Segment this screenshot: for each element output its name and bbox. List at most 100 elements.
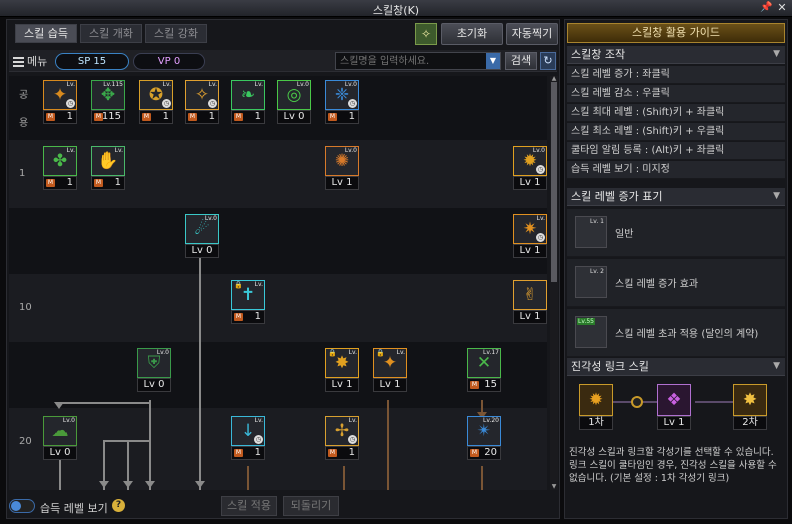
search-dropdown-icon[interactable]: ▼ xyxy=(486,53,500,69)
refresh-icon[interactable]: ↻ xyxy=(540,52,556,70)
link-slot-awaken-2[interactable]: ✸ 2차 xyxy=(733,384,767,432)
control-hint: 스킬 최소 레벨 : (Shift)키 + 우클릭 xyxy=(567,123,785,141)
skill-slot[interactable]: ✦ Lv. ◷ M 1 xyxy=(43,80,77,124)
master-badge-icon: M xyxy=(328,113,337,121)
skill-icon: ❧ Lv. xyxy=(231,80,265,110)
close-icon[interactable]: ✕ xyxy=(776,2,788,14)
skill-toolbar: 메뉴 SP 15 VP 0 ▼ 검색 ↻ xyxy=(9,50,557,72)
skill-slot[interactable]: ✥ Lv.115 M 115 xyxy=(91,80,125,124)
tab-skill-enhance[interactable]: 스킬 강화 xyxy=(144,24,207,43)
skill-slot[interactable]: ✧ Lv. ◷ M 1 xyxy=(185,80,219,124)
skill-icon: ✴ Lv.20 xyxy=(467,416,501,446)
revert-button[interactable]: 되돌리기 xyxy=(283,496,339,516)
skill-search-input[interactable] xyxy=(335,52,501,70)
auto-assign-button[interactable]: 자동찍기 xyxy=(506,23,558,45)
pin-icon[interactable]: 📌 xyxy=(760,2,772,14)
skill-slot[interactable]: ✺ Lv.0 Lv 1 xyxy=(325,146,359,190)
skill-level: M 115 xyxy=(91,110,125,124)
tab-skill-learn[interactable]: 스킬 습득 xyxy=(15,24,77,43)
skill-level: Lv 0 xyxy=(185,244,219,258)
skill-level-value: 1 xyxy=(66,177,73,188)
skill-slot[interactable]: ✝ Lv. 🔒 M 1 xyxy=(231,280,265,324)
skill-slot[interactable]: ✋ Lv. M 1 xyxy=(91,146,125,190)
skill-guide-button[interactable]: 스킬창 활용 가이드 xyxy=(567,23,785,43)
skill-slot[interactable]: ✢ Lv. ◷ M 1 xyxy=(325,416,359,460)
skill-slot[interactable]: ✪ Lv. ◷ M 1 xyxy=(139,80,173,124)
link-slot-true-awaken[interactable]: ❖ Lv 1 xyxy=(657,384,691,432)
bottom-bar: 습득 레벨 보기 ? 스킬 적용 되돌리기 xyxy=(7,494,559,520)
skill-icon: ☄ Lv.0 xyxy=(185,214,219,244)
learn-level-toggle[interactable] xyxy=(9,499,35,513)
skill-level-value: Lv 1 xyxy=(519,245,541,256)
legend-section-header[interactable]: 스킬 레벨 증가 표기 ▼ xyxy=(567,188,785,206)
skill-icon: ✹ Lv.0 ◷ xyxy=(513,146,547,176)
skill-level-tag: Lv. xyxy=(208,81,217,88)
skill-level: Lv 0 xyxy=(137,378,171,392)
skill-slot[interactable]: ✹ Lv.0 ◷ Lv 1 xyxy=(513,146,547,190)
skill-preset-icon[interactable]: ✧ xyxy=(415,23,437,45)
skill-slot[interactable]: ✷ Lv. ◷ Lv 1 xyxy=(513,214,547,258)
skill-level-value: 1 xyxy=(114,177,121,188)
skill-slot[interactable]: ⛨ Lv.0 Lv 0 xyxy=(137,348,171,392)
scroll-thumb[interactable] xyxy=(551,82,557,282)
title-bar: 스킬창(K) 📌 ✕ xyxy=(0,0,792,17)
skill-level-tag: Lv.0 xyxy=(296,81,309,88)
link-slot-awaken-1[interactable]: ✹ 1차 xyxy=(579,384,613,432)
skill-level: M1 xyxy=(231,446,265,460)
skill-slot[interactable]: ✸ Lv. 🔒 Lv 1 xyxy=(325,348,359,392)
skill-icon: ✋ Lv. xyxy=(91,146,125,176)
skill-level-value: Lv 0 xyxy=(49,447,71,458)
skill-level-value: 20 xyxy=(484,447,497,458)
connector-arrow xyxy=(195,481,205,488)
skill-slot[interactable]: ◎ Lv.0 Lv 0 xyxy=(277,80,311,124)
link-slot-label: 2차 xyxy=(733,416,767,430)
skill-level: Lv 0 xyxy=(277,110,311,124)
legend-tag: Lv. 2 xyxy=(589,268,604,275)
vp-counter: VP 0 xyxy=(133,53,205,70)
skill-slot[interactable]: ✕ Lv.17 M 15 xyxy=(467,348,501,392)
guide-panel: 스킬창 활용 가이드 스킬창 조작 ▼ 스킬 레벨 증가 : 좌클릭 스킬 레벨 … xyxy=(564,19,788,519)
reset-button[interactable]: 초기화 xyxy=(441,23,503,45)
skill-slot[interactable]: ↓ Lv. ◷ M 1 xyxy=(231,416,265,460)
skill-level-tag: Lv.0 xyxy=(156,349,169,356)
help-icon[interactable]: ? xyxy=(112,499,125,512)
skill-glyph-icon: ✥ xyxy=(100,85,116,105)
menu-icon xyxy=(13,55,24,69)
skill-level-tag: Lv.0 xyxy=(204,215,217,222)
skill-slot[interactable]: ☁ Lv.0 Lv 0 xyxy=(43,416,77,460)
skill-slot[interactable]: ✦ Lv. 🔒 Lv 1 xyxy=(373,348,407,392)
skill-level-tag: Lv. xyxy=(66,147,75,154)
skill-icon: ✪ Lv. ◷ xyxy=(139,80,173,110)
skill-slot[interactable]: ☄ Lv.0 Lv 0 xyxy=(185,214,219,258)
skill-level-value: 115 xyxy=(101,111,121,122)
skill-slot[interactable]: ❈ Lv.0 ◷ M 1 xyxy=(325,80,359,124)
search-button[interactable]: 검색 xyxy=(505,52,537,70)
connector-arrow xyxy=(54,402,64,409)
master-badge-icon: M xyxy=(328,449,337,457)
skill-level-value: Lv 0 xyxy=(283,111,305,122)
legend-item: Lv. 2 스킬 레벨 증가 효과 xyxy=(567,259,785,307)
learn-level-toggle-label: 습득 레벨 보기 xyxy=(40,502,108,515)
master-badge-icon: M xyxy=(94,179,103,187)
tree-scrollbar[interactable]: ▲ ▼ xyxy=(550,76,558,490)
link-section-header[interactable]: 진각성 링크 스킬 ▼ xyxy=(567,358,785,376)
skill-level-tag: Lv. xyxy=(348,417,357,424)
skill-slot[interactable]: ❧ Lv. M 1 xyxy=(231,80,265,124)
menu-button[interactable]: 메뉴 xyxy=(13,53,47,69)
skill-level: M1 xyxy=(43,176,77,190)
collapse-icon: ▼ xyxy=(773,49,780,59)
awaken-1-icon: ✹ xyxy=(579,384,613,416)
master-badge-icon: M xyxy=(94,113,103,121)
controls-section-header[interactable]: 스킬창 조작 ▼ xyxy=(567,46,785,64)
legend-tag: Lv. 1 xyxy=(589,218,604,225)
skill-glyph-icon: ✋ xyxy=(97,151,119,171)
scroll-down-icon[interactable]: ▼ xyxy=(550,484,558,490)
skill-level-value: Lv 1 xyxy=(331,379,353,390)
control-hint: 쿨타임 알림 등록 : (Alt)키 + 좌클릭 xyxy=(567,142,785,160)
tab-skill-bloom[interactable]: 스킬 개화 xyxy=(79,24,142,43)
skill-slot[interactable]: ✤ Lv. M 1 xyxy=(43,146,77,190)
skill-slot[interactable]: ✌ Lv 1 xyxy=(513,280,547,324)
skill-level-value: 1 xyxy=(162,111,169,122)
skill-slot[interactable]: ✴ Lv.20 M 20 xyxy=(467,416,501,460)
apply-skill-button[interactable]: 스킬 적용 xyxy=(221,496,277,516)
